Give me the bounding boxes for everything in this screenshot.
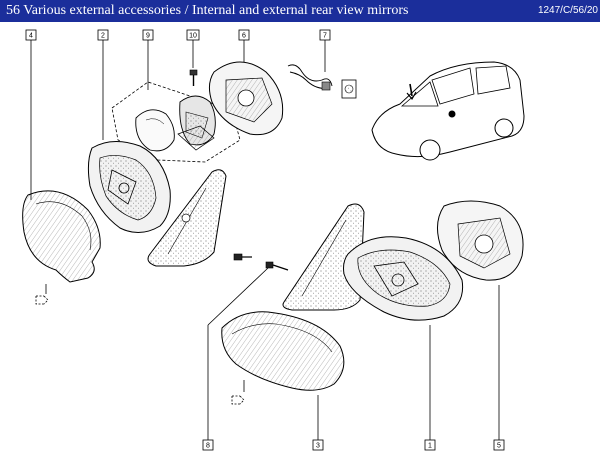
spare-mirror-glass — [135, 109, 175, 152]
diagram-title: 56 Various external accessories / Intern… — [6, 3, 409, 18]
callout-9-label: 9 — [146, 33, 150, 40]
callout-6-label: 6 — [242, 33, 246, 40]
callout-3-label: 3 — [316, 443, 320, 450]
wiring-harness — [287, 64, 357, 99]
callout-7: 7 — [319, 29, 331, 41]
clip-symbol-left — [35, 284, 49, 305]
exploded-parts-diagram: 4 2 9 10 6 7 8 3 1 5 — [22, 29, 525, 451]
diagram-reference: 1247/C/56/20 — [537, 5, 598, 16]
car-illustration — [371, 61, 525, 161]
left-mirror-cover — [22, 190, 101, 283]
callout-5-label: 5 — [497, 443, 501, 450]
callout-4: 4 — [25, 29, 37, 41]
callout-9: 9 — [142, 29, 154, 41]
callout-4-label: 4 — [29, 33, 33, 40]
callout-2-label: 2 — [101, 33, 105, 40]
callout-3: 3 — [312, 439, 324, 451]
right-mirror-cover — [221, 311, 345, 391]
callout-1-label: 1 — [428, 443, 432, 450]
clip-symbol-right — [231, 380, 245, 405]
callout-8: 8 — [202, 439, 214, 451]
callout-2: 2 — [97, 29, 109, 41]
callout-6: 6 — [238, 29, 250, 41]
mirror-motor-bracket — [177, 95, 216, 151]
callout-10: 10 — [186, 29, 200, 41]
callout-5: 5 — [493, 439, 505, 451]
callout-1: 1 — [424, 439, 436, 451]
screw-10 — [189, 69, 198, 86]
callout-10-label: 10 — [189, 33, 197, 40]
title-bar: 56 Various external accessories / Intern… — [0, 0, 600, 22]
mirror-glass-backing — [208, 61, 284, 136]
callout-7-label: 7 — [323, 33, 327, 40]
left-mirror-housing — [87, 141, 171, 233]
callout-8-label: 8 — [206, 443, 210, 450]
screw-8 — [233, 253, 289, 271]
